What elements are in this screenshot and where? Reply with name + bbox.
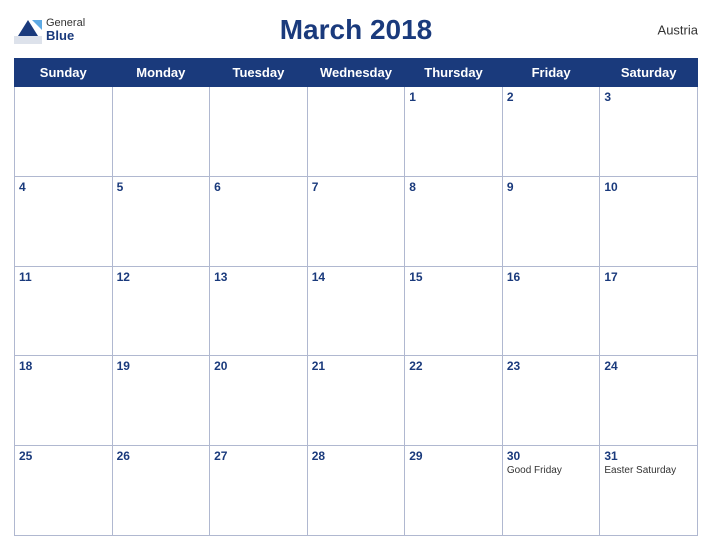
day-number: 11: [19, 270, 108, 284]
day-number: 22: [409, 359, 498, 373]
calendar-wrapper: General Blue March 2018 Austria Sunday M…: [0, 0, 712, 550]
logo-blue-text: Blue: [46, 29, 85, 43]
day-number: 29: [409, 449, 498, 463]
day-number: 13: [214, 270, 303, 284]
day-number: 31: [604, 449, 693, 463]
day-number: 30: [507, 449, 596, 463]
day-number: 10: [604, 180, 693, 194]
week-row-1: 123: [15, 87, 698, 177]
day-cell: 17: [600, 266, 698, 356]
day-cell: 1: [405, 87, 503, 177]
day-number: 8: [409, 180, 498, 194]
day-number: 20: [214, 359, 303, 373]
day-cell: 27: [210, 446, 308, 536]
day-cell: 9: [502, 176, 600, 266]
day-cell: 23: [502, 356, 600, 446]
day-number: 14: [312, 270, 401, 284]
day-cell: 11: [15, 266, 113, 356]
col-friday: Friday: [502, 59, 600, 87]
day-cell: 6: [210, 176, 308, 266]
day-number: 17: [604, 270, 693, 284]
day-cell: 24: [600, 356, 698, 446]
week-row-2: 456789 10: [15, 176, 698, 266]
day-cell: [15, 87, 113, 177]
day-cell: 20: [210, 356, 308, 446]
logo-icon: [14, 16, 42, 44]
logo: General Blue: [14, 16, 85, 44]
day-number: 23: [507, 359, 596, 373]
day-number: 28: [312, 449, 401, 463]
day-cell: 4: [15, 176, 113, 266]
day-cell: 19: [112, 356, 210, 446]
day-number: 27: [214, 449, 303, 463]
day-cell: 5: [112, 176, 210, 266]
day-number: 4: [19, 180, 108, 194]
day-cell: [112, 87, 210, 177]
col-wednesday: Wednesday: [307, 59, 405, 87]
day-cell: 10: [600, 176, 698, 266]
day-cell: 2: [502, 87, 600, 177]
day-number: 26: [117, 449, 206, 463]
day-cell: 14: [307, 266, 405, 356]
calendar-title: March 2018: [280, 14, 433, 46]
day-cell: 21: [307, 356, 405, 446]
day-number: 25: [19, 449, 108, 463]
day-number: 16: [507, 270, 596, 284]
day-cell: 15: [405, 266, 503, 356]
col-sunday: Sunday: [15, 59, 113, 87]
day-number: 9: [507, 180, 596, 194]
week-row-5: 25 26 27 28 29 30 Good Friday 31 Easter Saturday: [15, 446, 698, 536]
day-cell: 8: [405, 176, 503, 266]
country-label: Austria: [658, 23, 698, 38]
day-cell: 29: [405, 446, 503, 536]
day-cell: 12: [112, 266, 210, 356]
day-cell: [210, 87, 308, 177]
day-cell: 3: [600, 87, 698, 177]
day-cell: 13: [210, 266, 308, 356]
day-cell: 7: [307, 176, 405, 266]
day-number: 5: [117, 180, 206, 194]
day-number: 2: [507, 90, 596, 104]
day-cell: [307, 87, 405, 177]
calendar-table: Sunday Monday Tuesday Wednesday Thursday…: [14, 58, 698, 536]
week-row-4: 18 19 20 21 22 23 24: [15, 356, 698, 446]
col-thursday: Thursday: [405, 59, 503, 87]
day-number: 1: [409, 90, 498, 104]
day-cell: 31 Easter Saturday: [600, 446, 698, 536]
day-number: 15: [409, 270, 498, 284]
day-number: 6: [214, 180, 303, 194]
day-cell: 25: [15, 446, 113, 536]
day-number: 18: [19, 359, 108, 373]
day-cell: 16: [502, 266, 600, 356]
col-monday: Monday: [112, 59, 210, 87]
day-event: Easter Saturday: [604, 465, 693, 476]
day-number: 3: [604, 90, 693, 104]
day-number: 12: [117, 270, 206, 284]
day-cell: 28: [307, 446, 405, 536]
week-row-3: 11 12 13 14 15 16 17: [15, 266, 698, 356]
day-cell: 26: [112, 446, 210, 536]
calendar-header: General Blue March 2018 Austria: [14, 10, 698, 50]
day-cell: 18: [15, 356, 113, 446]
days-header-row: Sunday Monday Tuesday Wednesday Thursday…: [15, 59, 698, 87]
col-tuesday: Tuesday: [210, 59, 308, 87]
day-number: 7: [312, 180, 401, 194]
logo-text: General Blue: [46, 17, 85, 43]
day-number: 21: [312, 359, 401, 373]
day-cell: 30 Good Friday: [502, 446, 600, 536]
col-saturday: Saturday: [600, 59, 698, 87]
day-event: Good Friday: [507, 465, 596, 476]
day-cell: 22: [405, 356, 503, 446]
day-number: 19: [117, 359, 206, 373]
day-number: 24: [604, 359, 693, 373]
